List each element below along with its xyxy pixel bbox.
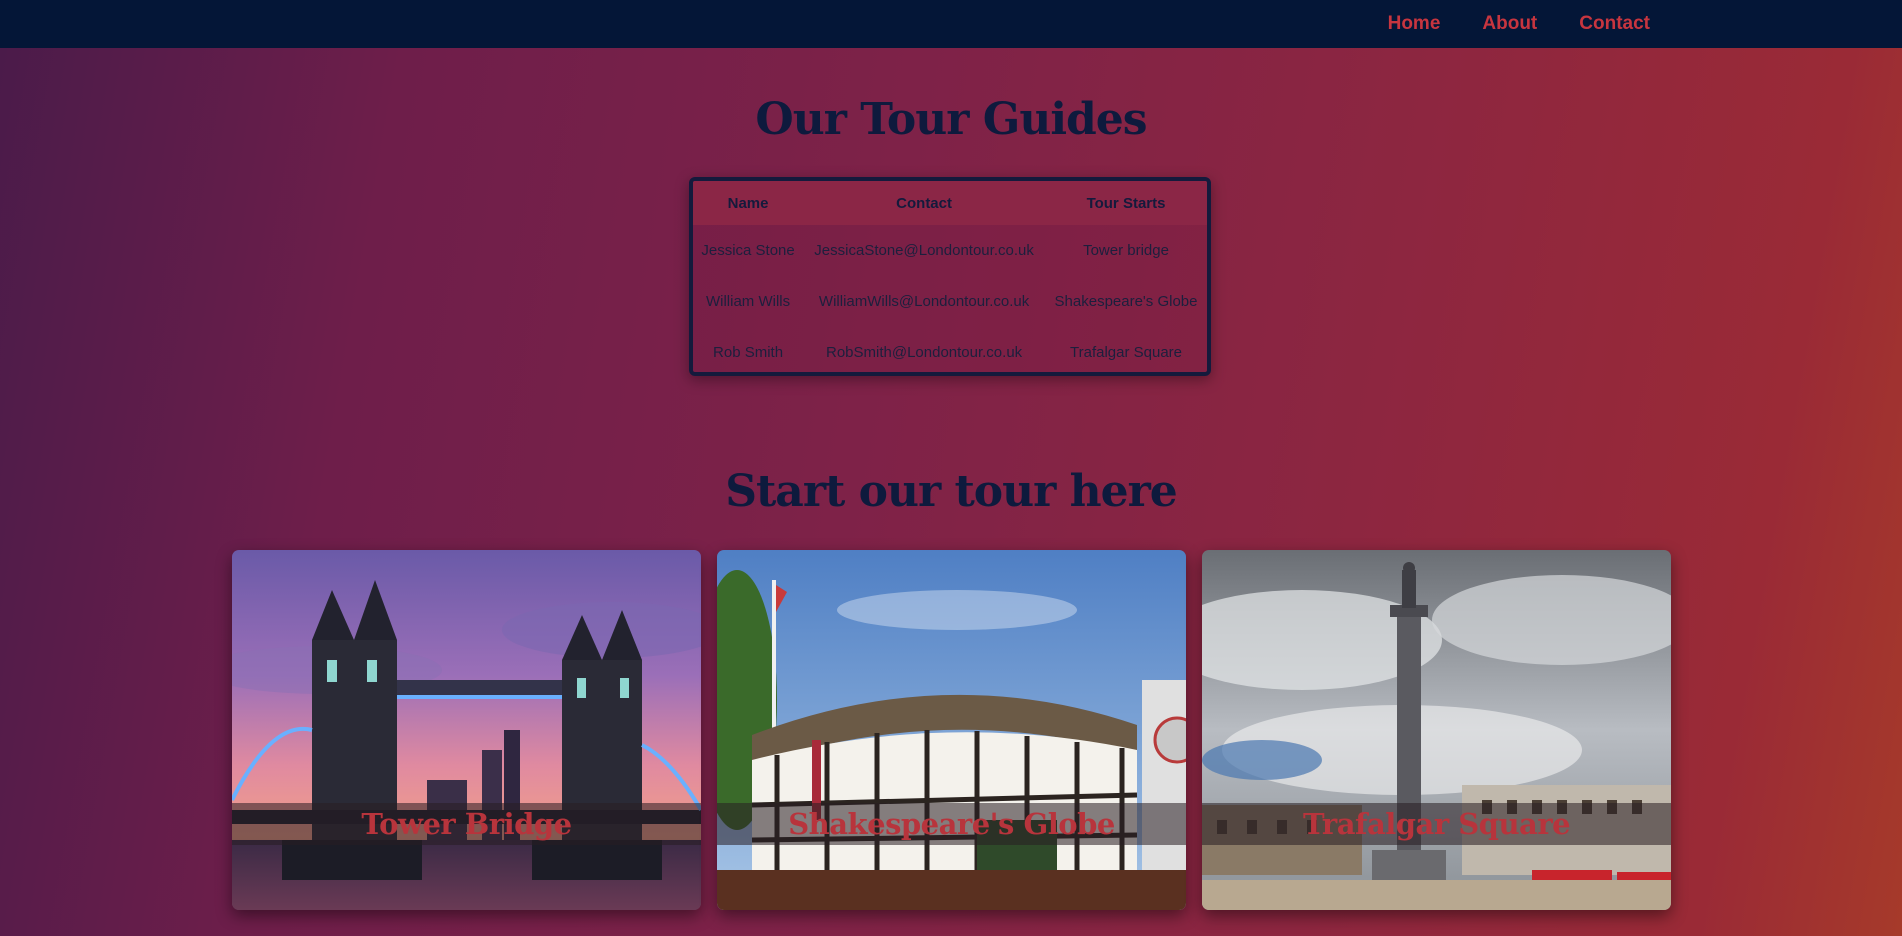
tour-card-trafalgar-square[interactable]: Trafalgar Square — [1202, 550, 1671, 910]
guide-tour-start: Trafalgar Square — [1070, 344, 1183, 361]
tour-card-tower-bridge[interactable]: Tower Bridge — [232, 550, 701, 910]
table-row: Rob Smith RobSmith@Londontour.co.uk Traf… — [693, 327, 1207, 372]
guide-email: RobSmith@Londontour.co.uk — [825, 344, 1023, 361]
nav-links: Home About Contact — [1388, 0, 1650, 48]
nav-about-link[interactable]: About — [1482, 13, 1537, 35]
navbar: Home About Contact — [0, 0, 1902, 48]
guides-table-grid: Name Contact Tour Starts Jessica Stone J… — [693, 181, 1207, 372]
tower-bridge-photo — [232, 550, 701, 910]
guide-tour-start: Tower bridge — [1083, 242, 1169, 259]
guides-title: Our Tour Guides — [755, 94, 1147, 145]
tour-title: Start our tour here — [725, 466, 1178, 517]
header-tour-starts: Tour Starts — [1086, 194, 1166, 212]
guide-name: Jessica Stone — [701, 242, 795, 259]
guide-email: JessicaStone@Londontour.co.uk — [814, 242, 1034, 259]
tour-card-shakespeares-globe[interactable]: Shakespeare's Globe — [717, 550, 1186, 910]
table-row: William Wills WilliamWills@Londontour.co… — [693, 276, 1207, 327]
nav-home-link[interactable]: Home — [1388, 13, 1441, 35]
tour-card-caption: Shakespeare's Globe — [717, 803, 1186, 845]
shakespeares-globe-photo — [717, 550, 1186, 910]
header-contact: Contact — [896, 194, 952, 212]
nav-contact-link[interactable]: Contact — [1579, 13, 1650, 35]
tour-card-caption: Tower Bridge — [232, 803, 701, 845]
guide-name: Rob Smith — [713, 344, 784, 361]
tour-card-caption: Trafalgar Square — [1202, 803, 1671, 845]
guides-table: Name Contact Tour Starts Jessica Stone J… — [689, 177, 1211, 376]
guide-name: William Wills — [705, 293, 791, 310]
trafalgar-square-photo — [1202, 550, 1671, 910]
table-header-row: Name Contact Tour Starts — [693, 181, 1207, 225]
table-row: Jessica Stone JessicaStone@Londontour.co… — [693, 225, 1207, 276]
guide-email: WilliamWills@Londontour.co.uk — [818, 293, 1030, 310]
guide-tour-start: Shakespeare's Globe — [1054, 293, 1198, 310]
tour-cards: Tower Bridge Shakespeare's Globe Trafalg… — [232, 550, 1672, 910]
header-name: Name — [727, 194, 769, 212]
